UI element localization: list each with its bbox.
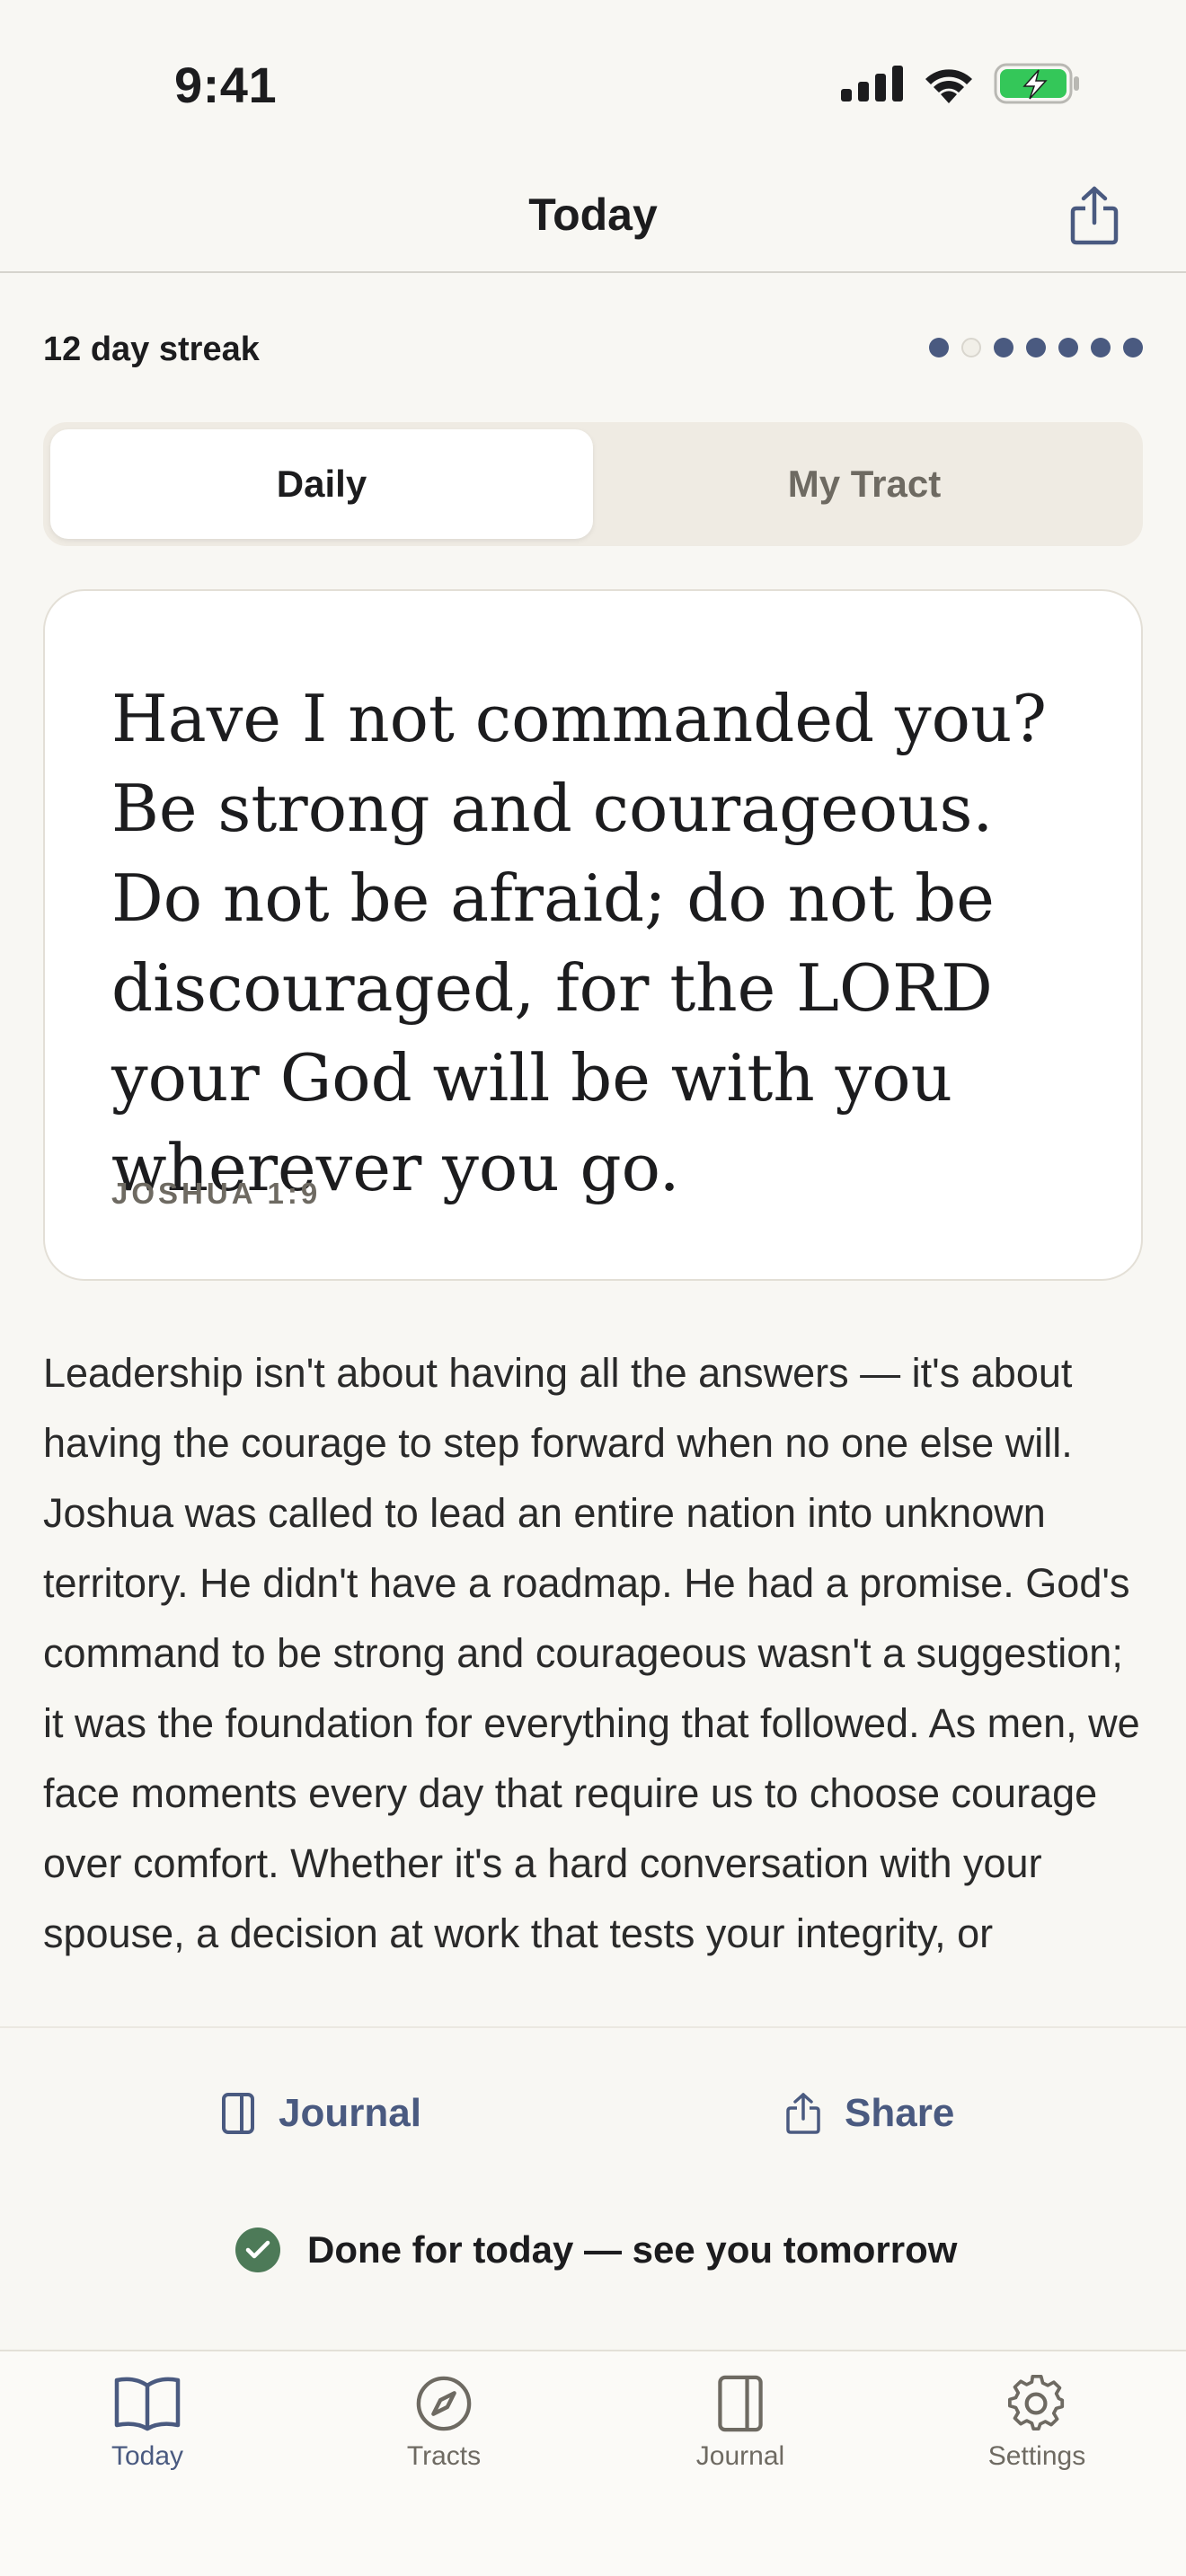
verse-card: Have I not commanded you? Be strong and …	[43, 589, 1143, 1281]
tab-today[interactable]: Today	[35, 2375, 260, 2472]
share-icon	[786, 2093, 820, 2134]
verse-reference: JOSHUA 1:9	[111, 1177, 322, 1210]
tab-today-label: Today	[111, 2441, 184, 2471]
tab-bar: Today Tracts Journal Settings	[0, 2350, 1186, 2576]
streak-dot-filled	[994, 338, 1013, 357]
segment-daily[interactable]: Daily	[50, 429, 593, 539]
page-title: Today	[528, 190, 658, 240]
status-indicators	[841, 63, 1080, 104]
verse-text: Have I not commanded you? Be strong and …	[111, 681, 1047, 1205]
done-status: Done for today — see you tomorrow	[235, 2228, 957, 2272]
share-button-label: Share	[845, 2091, 955, 2135]
today-screen: 9:41 Today 12 day streak Daily My Tract …	[0, 0, 1186, 2576]
gear-icon	[1008, 2375, 1065, 2431]
tab-settings-label: Settings	[987, 2441, 1086, 2471]
reflection-text: Leadership isn't about having all the an…	[43, 1350, 1140, 1956]
tab-journal-label: Journal	[695, 2441, 785, 2471]
share-button[interactable]: Share	[785, 2091, 954, 2136]
tab-journal[interactable]: Journal	[628, 2375, 853, 2472]
status-bar: 9:41	[0, 0, 1186, 162]
status-time: 9:41	[174, 57, 278, 113]
journal-button-label: Journal	[279, 2091, 421, 2135]
book-open-icon	[114, 2377, 181, 2431]
streak-label: 12 day streak	[43, 331, 260, 368]
action-panel: Journal Share Done for today — see you t…	[0, 2026, 1186, 2350]
compass-icon	[416, 2376, 472, 2431]
tab-tracts-label: Tracts	[406, 2441, 482, 2471]
journal-button[interactable]: Journal	[221, 2091, 421, 2136]
tab-tracts[interactable]: Tracts	[332, 2375, 556, 2472]
cellular-signal-icon	[841, 66, 903, 101]
journal-icon	[222, 2093, 254, 2134]
streak-dot-empty	[961, 338, 981, 357]
tab-settings[interactable]: Settings	[925, 2375, 1149, 2472]
battery-charging-icon	[994, 63, 1079, 104]
mode-segmented-control: Daily My Tract	[43, 422, 1143, 546]
streak-dot-filled	[1058, 338, 1078, 357]
wifi-icon	[925, 69, 972, 103]
check-circle-icon	[235, 2228, 280, 2272]
journal-icon	[718, 2375, 763, 2432]
navigation-bar: Today	[0, 162, 1186, 273]
share-icon[interactable]	[1067, 185, 1121, 246]
done-status-label: Done for today — see you tomorrow	[307, 2228, 958, 2271]
streak-dot-filled	[1123, 338, 1143, 357]
streak-dots	[929, 338, 1143, 357]
segment-my-tract[interactable]: My Tract	[593, 429, 1136, 539]
streak-dot-filled	[1091, 338, 1111, 357]
streak-dot-filled	[929, 338, 949, 357]
streak-dot-filled	[1026, 338, 1046, 357]
